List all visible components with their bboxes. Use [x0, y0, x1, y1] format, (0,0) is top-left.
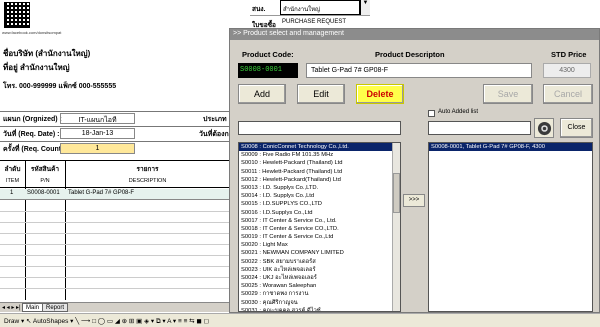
divider	[0, 126, 230, 127]
product-dialog: >> Product select and management Product…	[229, 28, 600, 313]
list-item[interactable]: S0008-0001, Tablet G-Pad 7# GP08-F, 4300	[429, 143, 592, 152]
divider	[0, 111, 230, 112]
list-item[interactable]: S0023 : UIK อะไหล่เพจอเลอร์	[239, 266, 400, 274]
grid-line	[25, 160, 26, 300]
add-button[interactable]: Add	[238, 84, 286, 104]
cancel-button[interactable]: Cancel	[543, 84, 593, 104]
list-item[interactable]: S0020 : Light Max	[239, 241, 400, 249]
std-price-field[interactable]: 4300	[543, 63, 591, 78]
product-list-scrollbar[interactable]	[392, 143, 400, 311]
list-item[interactable]: S0016 : I.D.Supplys Co.,Ltd	[239, 209, 400, 217]
header-item: ลำดับ	[4, 166, 21, 173]
product-desc-field[interactable]: Tablet G-Pad 7# GP08-F	[306, 63, 532, 78]
list-item[interactable]: S0008 : ConicConnet Technology Co.,Ltd.	[239, 143, 400, 152]
list-item[interactable]: S0018 : IT Center & Service CO.,LTD.	[239, 225, 400, 233]
delete-button[interactable]: Delete	[356, 84, 404, 104]
header-item-en: ITEM	[5, 178, 20, 184]
row-desc: Tablet G-Pad 7# GP08-F	[68, 190, 135, 196]
selected-list-items: S0008-0001, Tablet G-Pad 7# GP08-F, 4300	[429, 143, 592, 152]
list-item[interactable]: S0021 : NEWMAN COMPANY LIMITED	[239, 249, 400, 257]
list-item[interactable]: S0011 : Hewlett-Packard (Thailand) Ltd	[239, 168, 400, 176]
product-list[interactable]: S0008 : ConicConnet Technology Co.,Ltd. S…	[238, 142, 401, 312]
header-desc-en: DESCRIPTION	[128, 178, 167, 184]
dialog-title: >> Product select and management	[230, 29, 599, 40]
list-item[interactable]: S0010 : Hewlett-Packard (Thailand) Ltd	[239, 159, 400, 167]
grid-header: ลำดับ ITEM รหัสสินค้า P/N รายการ DESCRIP…	[0, 160, 230, 188]
grid-line	[65, 160, 66, 300]
drawing-toolbar-items[interactable]: Draw ▾ ↖ AutoShapes ▾ ╲ ⟶ □ ◯ ▭ ◢ ⊕ ⊞ ▣ …	[4, 317, 209, 326]
selected-list[interactable]: S0008-0001, Tablet G-Pad 7# GP08-F, 4300	[428, 142, 593, 312]
list-item[interactable]: S0025 : Worawan Saleephan	[239, 282, 400, 290]
gear-icon	[537, 121, 552, 136]
branch-row: สนง. สำนักงานใหญ่ ▼	[250, 0, 370, 16]
product-code-field[interactable]: S0008-0001	[238, 63, 298, 78]
right-search-input[interactable]	[428, 121, 531, 135]
list-item[interactable]: S0022 : SBK สยามบราเดอร์ส	[239, 258, 400, 266]
req-count-value[interactable]: 1	[60, 143, 135, 154]
list-item[interactable]: S0031 : คณะบุคคล สวรุต์ ดีไวซ์	[239, 307, 400, 311]
grid-line	[0, 222, 230, 223]
branch-value[interactable]: สำนักงานใหญ่	[280, 0, 360, 15]
company-phone: โทร. 000-999999 แฟ็กซ์ 000-555555	[3, 83, 117, 90]
grid-line	[0, 266, 230, 267]
list-item[interactable]: S0019 : IT Center & Service Co.,Ltd	[239, 233, 400, 241]
org-value[interactable]: IT-แผนกไอที	[60, 113, 135, 124]
std-price-label: STD Price	[551, 50, 587, 59]
org-label: แผนก (Orgnized) :	[3, 116, 62, 123]
grid-line	[0, 277, 230, 278]
header-pn-en: P/N	[40, 178, 50, 184]
chevron-down-icon[interactable]: ▼	[360, 0, 370, 15]
header-pn: รหัสสินค้า	[30, 166, 60, 173]
branch-label: สนง.	[252, 6, 266, 13]
product-desc-label: Product Descripton	[375, 50, 445, 59]
move-to-list-button[interactable]: >>>	[403, 194, 425, 207]
left-search-input[interactable]	[238, 121, 401, 135]
req-date-label: วันที่ (Req. Date) :	[3, 131, 60, 138]
refresh-button[interactable]	[534, 118, 554, 138]
qr-url-text: www.facebook.com/donsitsompat	[2, 30, 62, 35]
qr-code-image	[4, 2, 30, 28]
req-date-value[interactable]: 18-Jan-13	[60, 128, 135, 139]
list-item[interactable]: S0029 : กาชาดพง การงาน	[239, 290, 400, 298]
divider	[0, 141, 230, 142]
grid-line	[0, 288, 230, 289]
req-count-label: ครั้งที่ (Req. Count) :	[3, 146, 68, 153]
row-pn: S0008-0001	[27, 190, 60, 196]
list-item[interactable]: S0012 : Hewlett-Packard(Thailand) Ltd	[239, 176, 400, 184]
grid-line	[0, 244, 230, 245]
list-item[interactable]: S0030 : คุณศิริกาญจน	[239, 299, 400, 307]
product-code-label: Product Code:	[242, 50, 294, 59]
tab-main[interactable]: Main	[22, 303, 44, 312]
grid-line	[0, 255, 230, 256]
scrollbar-thumb[interactable]	[393, 173, 400, 213]
edit-button[interactable]: Edit	[297, 84, 345, 104]
list-item[interactable]: S0013 : I.D. Supplys Co.,LTD.	[239, 184, 400, 192]
list-item[interactable]: S0017 : IT Center & Service Co., Ltd.	[239, 217, 400, 225]
tab-nav-arrows[interactable]: ◂ ◂ ▸ ▸|	[2, 304, 21, 311]
auto-added-checkbox[interactable]	[428, 110, 435, 117]
type-label: ประเภท	[203, 116, 227, 123]
product-list-items: S0008 : ConicConnet Technology Co.,Ltd. S…	[239, 143, 400, 311]
list-item[interactable]: S0015 : I.D.SUPPLYS CO.,LTD	[239, 200, 400, 208]
close-button[interactable]: Close	[560, 118, 593, 138]
grid-line	[0, 211, 230, 212]
list-item[interactable]: S0009 : Five Radio FM 101.35 MHz	[239, 151, 400, 159]
grid-line	[0, 233, 230, 234]
auto-added-label: Auto Added list	[438, 109, 479, 115]
company-address: ที่อยู่ สำนักงานใหญ่	[3, 63, 70, 72]
save-button[interactable]: Save	[483, 84, 533, 104]
row-item: 1	[10, 190, 14, 196]
sheet-tabs: ◂ ◂ ▸ ▸| Main Report	[0, 302, 230, 312]
table-row[interactable]: 1 S0008-0001 Tablet G-Pad 7# GP08-F	[0, 189, 230, 200]
list-item[interactable]: S0014 : I.D. Supplys Co.,Ltd	[239, 192, 400, 200]
header-desc: รายการ	[136, 166, 159, 173]
company-name: ชื่อบริษัท (สำนักงานใหญ่)	[3, 49, 91, 58]
drawing-toolbar: Draw ▾ ↖ AutoShapes ▾ ╲ ⟶ □ ◯ ▭ ◢ ⊕ ⊞ ▣ …	[0, 313, 600, 327]
list-item[interactable]: S0024 : UKJ อะไหล่เพจอเลอร์	[239, 274, 400, 282]
tab-report[interactable]: Report	[42, 303, 69, 312]
